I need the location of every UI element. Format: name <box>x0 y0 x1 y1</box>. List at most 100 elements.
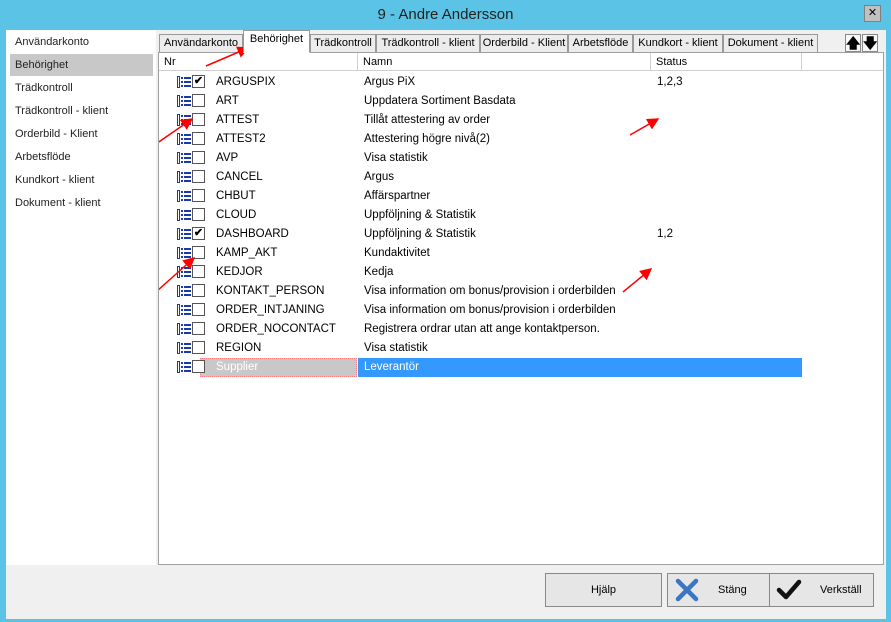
table-row[interactable]: CHBUT Affärspartner <box>159 187 883 206</box>
cell-namn: Uppföljning & Statistik <box>364 209 476 221</box>
close-button[interactable]: Stäng <box>667 573 784 607</box>
cell-namn: Kedja <box>364 266 394 278</box>
tab-tradkontroll[interactable]: Trädkontroll <box>310 34 376 53</box>
cell-status: 1,2 <box>657 228 673 240</box>
table-row[interactable]: CLOUD Uppföljning & Statistik <box>159 206 883 225</box>
table-row[interactable]: ATTEST2 Attestering högre nivå(2) <box>159 130 883 149</box>
permission-list-icon <box>177 209 191 221</box>
cell-nr: ATTEST2 <box>216 133 266 145</box>
sidebar-item-orderbild-klient[interactable]: Orderbild - Klient <box>10 123 153 145</box>
cell-nr: KAMP_AKT <box>216 247 278 259</box>
cell-nr: DASHBOARD <box>216 228 289 240</box>
grid-header: Nr Namn Status <box>159 53 883 71</box>
permission-list-icon <box>177 95 191 107</box>
table-row[interactable]: KEDJOR Kedja <box>159 263 883 282</box>
table-row[interactable]: REGION Visa statistik <box>159 339 883 358</box>
permission-checkbox[interactable] <box>192 170 205 183</box>
cell-namn: Leverantör <box>364 361 419 373</box>
table-row[interactable]: ART Uppdatera Sortiment Basdata <box>159 92 883 111</box>
permission-list-icon <box>177 152 191 164</box>
cell-namn: Visa statistik <box>364 152 428 164</box>
permission-list-icon <box>177 342 191 354</box>
help-button-label: Hjälp <box>590 584 617 596</box>
close-x-icon <box>675 578 699 602</box>
column-header-nr[interactable]: Nr <box>159 53 358 71</box>
permission-checkbox[interactable] <box>192 246 205 259</box>
permission-checkbox[interactable] <box>192 341 205 354</box>
cell-nr: ARGUSPIX <box>216 76 276 88</box>
table-row[interactable]: ORDER_NOCONTACT Registrera ordrar utan at… <box>159 320 883 339</box>
permission-checkbox[interactable] <box>192 132 205 145</box>
cell-namn: Visa information om bonus/provision i or… <box>364 285 616 297</box>
table-row[interactable]: ✔ ARGUSPIX Argus PiX 1,2,3 <box>159 73 883 92</box>
table-row[interactable]: CANCEL Argus <box>159 168 883 187</box>
tab-scroll-down-button[interactable]: 🡇 <box>862 34 878 52</box>
permission-checkbox[interactable] <box>192 284 205 297</box>
tab-orderbild-klient[interactable]: Orderbild - Klient <box>480 34 568 53</box>
cell-namn: Uppföljning & Statistik <box>364 228 476 240</box>
cell-namn: Attestering högre nivå(2) <box>364 133 490 145</box>
help-button[interactable]: Hjälp <box>545 573 662 607</box>
sidebar-item-behorighet[interactable]: Behörighet <box>10 54 153 76</box>
column-header-status[interactable]: Status <box>651 53 802 71</box>
column-header-namn[interactable]: Namn <box>358 53 651 71</box>
tab-arbetsflode[interactable]: Arbetsflöde <box>568 34 633 53</box>
tab-tradkontroll-klient[interactable]: Trädkontroll - klient <box>376 34 480 53</box>
tab-anvandarkonto[interactable]: Användarkonto <box>159 34 243 53</box>
table-row[interactable]: ORDER_INTJANING Visa information om bonus… <box>159 301 883 320</box>
tab-behorighet[interactable]: Behörighet <box>243 30 310 53</box>
permission-checkbox[interactable]: ✔ <box>192 75 205 88</box>
permission-list-icon <box>177 304 191 316</box>
permission-list-icon <box>177 266 191 278</box>
sidebar-item-tradkontroll-klient[interactable]: Trädkontroll - klient <box>10 100 153 122</box>
close-button-label: Stäng <box>718 584 747 596</box>
sidebar-item-arbetsflode[interactable]: Arbetsflöde <box>10 146 153 168</box>
permission-checkbox[interactable] <box>192 360 205 373</box>
permission-checkbox[interactable] <box>192 151 205 164</box>
permission-checkbox[interactable] <box>192 208 205 221</box>
permission-checkbox[interactable] <box>192 189 205 202</box>
permission-list-icon <box>177 133 191 145</box>
permissions-grid: Nr Namn Status ✔ ARGUSPIX Argus PiX 1,2,3 AR… <box>158 52 884 565</box>
permission-checkbox[interactable] <box>192 265 205 278</box>
permission-checkbox[interactable] <box>192 322 205 335</box>
sidebar-item-kundkort-klient[interactable]: Kundkort - klient <box>10 169 153 191</box>
window-title: 9 - Andre Andersson <box>377 6 514 23</box>
table-row[interactable]: KONTAKT_PERSON Visa information om bonus/… <box>159 282 883 301</box>
footer: Hjälp Stäng Verkställ <box>6 568 886 619</box>
cell-nr: AVP <box>216 152 239 164</box>
tab-scroll-up-button[interactable]: 🡅 <box>845 34 861 52</box>
table-row[interactable]: ✔ DASHBOARD Uppföljning & Statistik 1,2 <box>159 225 883 244</box>
close-window-button[interactable]: ✕ <box>864 5 881 22</box>
cell-nr: REGION <box>216 342 262 354</box>
permission-list-icon <box>177 190 191 202</box>
sidebar: Användarkonto Behörighet Trädkontroll Tr… <box>6 30 156 565</box>
permission-checkbox[interactable] <box>192 303 205 316</box>
sidebar-item-anvandarkonto[interactable]: Användarkonto <box>10 31 153 53</box>
permission-checkbox[interactable] <box>192 113 205 126</box>
apply-button[interactable]: Verkställ <box>769 573 874 607</box>
permission-list-icon <box>177 323 191 335</box>
cell-nr: ORDER_INTJANING <box>216 304 325 316</box>
permission-checkbox[interactable] <box>192 94 205 107</box>
table-row[interactable]: Supplier Leverantör <box>159 358 883 377</box>
cell-nr: CLOUD <box>216 209 257 221</box>
selected-namn-highlight <box>358 358 802 377</box>
sidebar-item-dokument-klient[interactable]: Dokument - klient <box>10 192 153 214</box>
permission-list-icon <box>177 361 191 373</box>
tab-kundkort-klient[interactable]: Kundkort - klient <box>633 34 723 53</box>
permission-list-icon <box>177 285 191 297</box>
cell-nr: CANCEL <box>216 171 263 183</box>
cell-namn: Affärspartner <box>364 190 431 202</box>
tab-dokument-klient[interactable]: Dokument - klient <box>723 34 818 53</box>
table-row[interactable]: KAMP_AKT Kundaktivitet <box>159 244 883 263</box>
table-row[interactable]: AVP Visa statistik <box>159 149 883 168</box>
permission-list-icon <box>177 114 191 126</box>
cell-nr: ORDER_NOCONTACT <box>216 323 336 335</box>
cell-namn: Registrera ordrar utan att ange kontaktp… <box>364 323 600 335</box>
table-row[interactable]: ATTEST Tillåt attestering av order <box>159 111 883 130</box>
permission-list-icon <box>177 171 191 183</box>
sidebar-item-tradkontroll[interactable]: Trädkontroll <box>10 77 153 99</box>
window-client: Användarkonto Behörighet Trädkontroll Tr… <box>6 30 886 619</box>
permission-checkbox[interactable]: ✔ <box>192 227 205 240</box>
